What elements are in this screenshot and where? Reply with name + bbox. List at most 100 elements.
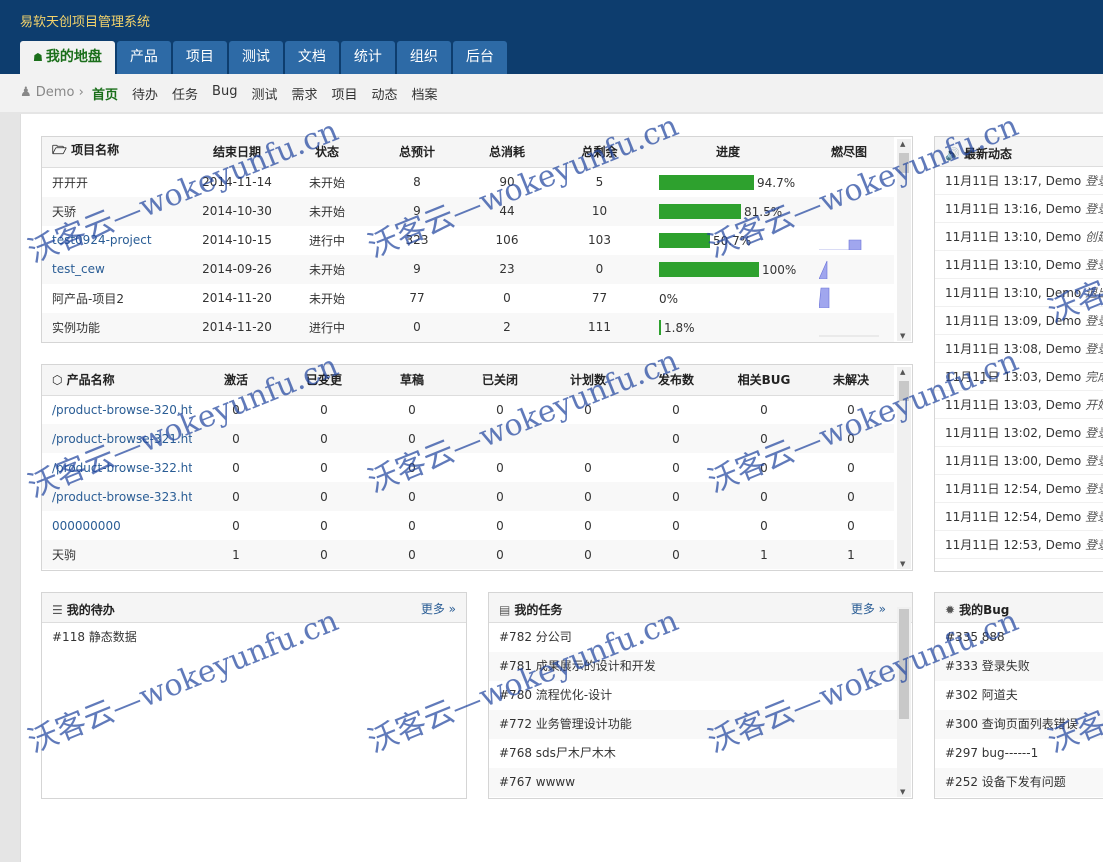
col-active[interactable]: 激活 bbox=[192, 365, 280, 396]
bug-item-text[interactable]: #335 888 bbox=[945, 630, 1005, 644]
col-plans[interactable]: 计划数 bbox=[544, 365, 632, 396]
dynamic-item[interactable]: 11月11日 13:02, Demo 登录 bbox=[935, 419, 1103, 447]
product-row[interactable]: 天驹 1 0 0 0 0 0 1 1 bbox=[42, 540, 894, 569]
sub-nav-bug[interactable]: Bug bbox=[212, 84, 237, 103]
col-changed[interactable]: 已变更 bbox=[280, 365, 368, 396]
project-row[interactable]: 开开开 2014-11-14 未开始 8 90 5 94.7% bbox=[42, 167, 894, 197]
sub-nav-project[interactable]: 项目 bbox=[332, 84, 358, 103]
scroll-thumb[interactable] bbox=[899, 153, 909, 173]
sub-nav-todo[interactable]: 待办 bbox=[132, 84, 158, 103]
bug-item-text[interactable]: #333 登录失败 bbox=[945, 659, 1030, 673]
task-item[interactable]: #781 成果展示的设计和开发 bbox=[489, 652, 897, 681]
col-consumed[interactable]: 总消耗 bbox=[467, 137, 547, 168]
col-bugs[interactable]: 相关BUG bbox=[720, 365, 808, 396]
col-estimate[interactable]: 总预计 bbox=[367, 137, 467, 168]
task-item[interactable]: #767 wwww bbox=[489, 768, 897, 797]
dynamic-item[interactable]: 11月11日 12:54, Demo 登录 bbox=[935, 503, 1103, 531]
scroll-down-icon[interactable]: ▼ bbox=[900, 560, 905, 568]
todo-more-link[interactable]: 更多 » bbox=[421, 600, 456, 617]
col-left[interactable]: 总剩余 bbox=[547, 137, 652, 168]
sub-nav-task[interactable]: 任务 bbox=[172, 84, 198, 103]
task-item-text[interactable]: #768 sds尸木尸木木 bbox=[499, 746, 616, 760]
project-name[interactable]: test_cew bbox=[42, 254, 187, 284]
col-releases[interactable]: 发布数 bbox=[632, 365, 720, 396]
dynamic-item[interactable]: 11月11日 13:09, Demo 登录 bbox=[935, 307, 1103, 335]
sub-nav-dynamic[interactable]: 动态 bbox=[372, 84, 398, 103]
product-row[interactable]: /product-browse-320.html 0 0 0 0 0 0 0 0 bbox=[42, 395, 894, 424]
product-name[interactable]: /product-browse-322.html bbox=[42, 453, 192, 482]
bug-item-text[interactable]: #252 设备下发有问题 bbox=[945, 775, 1066, 789]
project-row[interactable]: 阿产品-项目2 2014-11-20 未开始 77 0 77 0% bbox=[42, 284, 894, 313]
task-item-text[interactable]: #780 流程优化-设计 bbox=[499, 688, 612, 702]
task-item-text[interactable]: #782 分公司 bbox=[499, 630, 572, 644]
product-row[interactable]: /product-browse-323.html00000000 bbox=[42, 482, 894, 511]
task-more-link[interactable]: 更多 » bbox=[851, 600, 886, 617]
scroll-up-icon[interactable]: ▲ bbox=[900, 140, 905, 148]
col-closed[interactable]: 已关闭 bbox=[456, 365, 544, 396]
bug-item-text[interactable]: #302 阿道夫 bbox=[945, 688, 1018, 702]
todo-item-text[interactable]: #118 静态数据 bbox=[52, 630, 137, 644]
task-item-text[interactable]: #772 业务管理设计功能 bbox=[499, 717, 632, 731]
task-scrollbar[interactable]: ▼ bbox=[897, 607, 911, 797]
nav-tab-project[interactable]: 项目 bbox=[172, 41, 227, 74]
dynamic-item[interactable]: 11月11日 13:00, Demo 登录 bbox=[935, 447, 1103, 475]
task-item-text[interactable]: #767 wwww bbox=[499, 775, 575, 789]
nav-tab-admin[interactable]: 后台 bbox=[452, 41, 507, 74]
bug-item[interactable]: #333 登录失败 bbox=[935, 652, 1103, 681]
product-name[interactable]: 天驹 bbox=[42, 540, 192, 569]
scroll-up-icon[interactable]: ▲ bbox=[900, 368, 905, 376]
nav-tab-my[interactable]: ☗ 我的地盘 bbox=[20, 41, 115, 74]
task-item[interactable]: #780 流程优化-设计 bbox=[489, 681, 897, 710]
sub-nav-home[interactable]: 首页 bbox=[92, 84, 118, 103]
project-scrollbar[interactable]: ▲ ▼ bbox=[897, 139, 911, 341]
col-end-date[interactable]: 结束日期 bbox=[187, 137, 287, 168]
col-project-name[interactable]: 🗁 项目名称 bbox=[42, 137, 187, 168]
bug-item-text[interactable]: #297 bug------1 bbox=[945, 746, 1038, 760]
project-name[interactable]: 开开开 bbox=[42, 167, 187, 197]
project-burndown[interactable] bbox=[804, 167, 894, 197]
dynamic-item[interactable]: 11月11日 13:08, Demo 登录 bbox=[935, 335, 1103, 363]
product-row[interactable]: 000000000 0 0 0 0 0 0 0 0 bbox=[42, 511, 894, 540]
bug-item-text[interactable]: #300 查询页面列表错误 bbox=[945, 717, 1078, 731]
product-row[interactable]: /product-browse-321.html000000 bbox=[42, 424, 894, 453]
scroll-thumb[interactable] bbox=[899, 609, 909, 719]
dynamic-item[interactable]: 11月11日 13:03, Demo 完成 bbox=[935, 363, 1103, 391]
project-burndown[interactable] bbox=[804, 312, 894, 342]
bug-item[interactable]: #297 bug------1 bbox=[935, 739, 1103, 768]
project-name[interactable]: test0924-project bbox=[42, 226, 187, 255]
project-row[interactable]: 实例功能 2014-11-20 进行中 0 2 111 1.8% bbox=[42, 312, 894, 342]
scroll-down-icon[interactable]: ▼ bbox=[900, 788, 905, 796]
scroll-down-icon[interactable]: ▼ bbox=[900, 332, 905, 340]
dynamic-item[interactable]: 11月11日 13:03, Demo 开始 bbox=[935, 391, 1103, 419]
dynamic-item[interactable]: 11月11日 12:53, Demo 登录 bbox=[935, 531, 1103, 559]
col-status[interactable]: 状态 bbox=[287, 137, 367, 168]
bug-item[interactable]: #252 设备下发有问题 bbox=[935, 768, 1103, 797]
project-row[interactable]: test_cew 2014-09-26 未开始 9 23 0 100% bbox=[42, 254, 894, 284]
dynamic-item[interactable]: 11月11日 13:10, Demo 创建 bbox=[935, 223, 1103, 251]
project-name[interactable]: 天骄 bbox=[42, 196, 187, 226]
dynamic-item[interactable]: 11月11日 12:54, Demo 登录 bbox=[935, 475, 1103, 503]
product-name[interactable]: /product-browse-321.html bbox=[42, 424, 192, 453]
task-item[interactable]: #772 业务管理设计功能 bbox=[489, 710, 897, 739]
nav-tab-report[interactable]: 统计 bbox=[340, 41, 395, 74]
nav-tab-company[interactable]: 组织 bbox=[396, 41, 451, 74]
product-name[interactable]: /product-browse-323.html bbox=[42, 482, 192, 511]
sub-nav-story[interactable]: 需求 bbox=[291, 84, 317, 103]
col-draft[interactable]: 草稿 bbox=[368, 365, 456, 396]
project-burndown[interactable] bbox=[804, 254, 894, 284]
project-burndown[interactable] bbox=[804, 226, 894, 255]
col-product-name[interactable]: ⬡ 产品名称 bbox=[42, 365, 192, 396]
task-item[interactable]: #768 sds尸木尸木木 bbox=[489, 739, 897, 768]
scroll-thumb[interactable] bbox=[899, 381, 909, 401]
dynamic-item[interactable]: 11月11日 13:10, Demo 退出 bbox=[935, 279, 1103, 307]
task-item-text[interactable]: #781 成果展示的设计和开发 bbox=[499, 659, 656, 673]
nav-tab-product[interactable]: 产品 bbox=[116, 41, 171, 74]
dynamic-item[interactable]: 11月11日 13:10, Demo 登录 bbox=[935, 251, 1103, 279]
project-burndown[interactable] bbox=[804, 284, 894, 313]
project-name[interactable]: 实例功能 bbox=[42, 312, 187, 342]
dynamic-item[interactable]: 11月11日 13:17, Demo 登录 bbox=[935, 167, 1103, 195]
bug-item[interactable]: #335 888 bbox=[935, 623, 1103, 652]
product-scrollbar[interactable]: ▲ ▼ bbox=[897, 367, 911, 569]
project-burndown[interactable] bbox=[804, 196, 894, 226]
project-row[interactable]: test0924-project 2014-10-15 进行中 323 106 103 50… bbox=[42, 226, 894, 255]
